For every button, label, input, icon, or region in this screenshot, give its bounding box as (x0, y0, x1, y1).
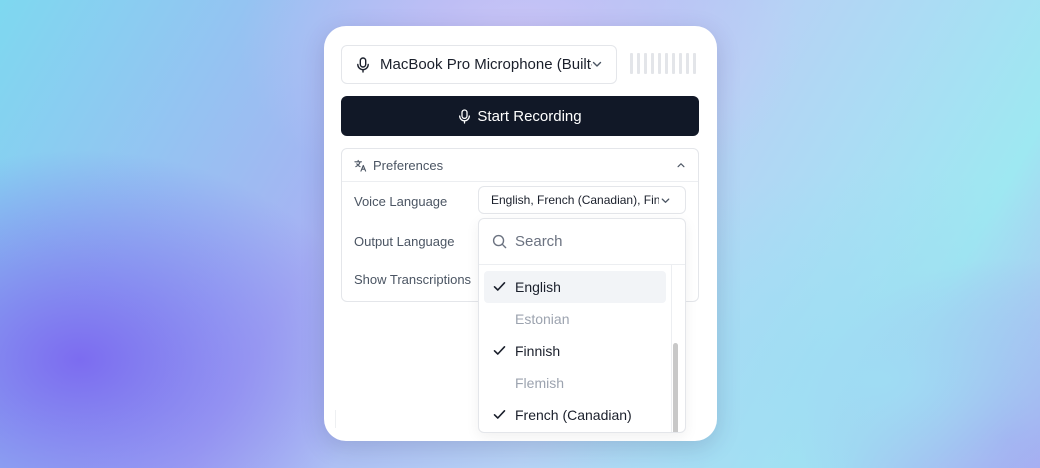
voice-language-select[interactable]: English, French (Canadian), Finnish (478, 186, 686, 214)
microphone-select-value: MacBook Pro Microphone (Built-in) (380, 56, 592, 73)
microphone-icon (357, 56, 369, 73)
start-recording-label: Start Recording (477, 107, 582, 125)
option-label: English (515, 279, 561, 295)
chevron-down-icon (661, 198, 670, 203)
search-input[interactable] (515, 233, 665, 250)
audio-level-meter (630, 53, 696, 74)
dropdown-scrollbar[interactable] (671, 265, 680, 432)
divider (335, 410, 336, 428)
preferences-title: Preferences (373, 157, 444, 173)
check-icon (493, 282, 506, 291)
language-dropdown: English Estonian Finnish Flemish French … (478, 218, 686, 433)
option-label: Estonian (515, 311, 570, 327)
option-estonian[interactable]: Estonian (484, 303, 666, 335)
dropdown-search (479, 219, 685, 265)
option-label: Finnish (515, 343, 561, 359)
chevron-up-icon (677, 163, 685, 168)
check-icon (493, 346, 506, 355)
microphone-icon (459, 108, 471, 124)
start-recording-button[interactable]: Start Recording (341, 96, 699, 136)
translate-icon (354, 159, 367, 172)
recorder-card: MacBook Pro Microphone (Built-in) Start … (324, 26, 717, 441)
show-transcriptions-label: Show Transcriptions (354, 272, 472, 287)
language-options-list: English Estonian Finnish Flemish French … (484, 271, 666, 431)
option-english[interactable]: English (484, 271, 666, 303)
check-icon (493, 410, 506, 419)
voice-language-label: Voice Language (354, 194, 448, 209)
option-label: Flemish (515, 375, 565, 391)
search-icon (492, 234, 507, 249)
scrollbar-thumb[interactable] (673, 343, 678, 432)
option-finnish[interactable]: Finnish (484, 335, 666, 367)
preferences-header[interactable]: Preferences (342, 149, 698, 182)
option-flemish[interactable]: Flemish (484, 367, 666, 399)
option-label: French (Canadian) (515, 407, 632, 423)
option-french-canadian[interactable]: French (Canadian) (484, 399, 666, 431)
microphone-select[interactable]: MacBook Pro Microphone (Built-in) (341, 45, 617, 84)
output-language-label: Output Language (354, 234, 455, 249)
chevron-down-icon (592, 61, 602, 67)
voice-language-value: English, French (Canadian), Finnish (491, 193, 659, 207)
